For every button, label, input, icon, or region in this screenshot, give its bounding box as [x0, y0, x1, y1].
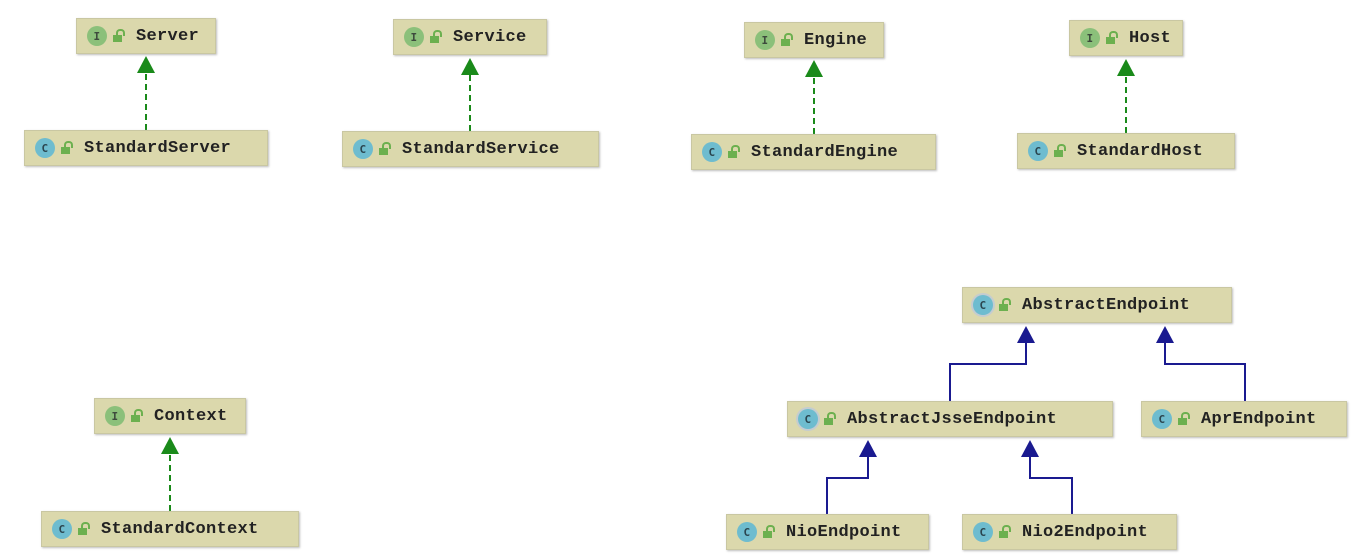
- public-visibility-icon: [763, 525, 775, 538]
- arrowhead-icon: [805, 60, 823, 77]
- arrowhead-icon: [1021, 440, 1039, 457]
- uml-class-diagram: I Server C StandardServer I Service C StandardS…: [0, 0, 1361, 559]
- extends-edge: [949, 326, 1035, 401]
- class-icon: C: [1152, 409, 1172, 429]
- public-visibility-icon: [1106, 31, 1118, 44]
- class-name: Nio2Endpoint: [1022, 522, 1149, 542]
- class-icon: C: [353, 139, 373, 159]
- interface-icon: I: [1080, 28, 1100, 48]
- public-visibility-icon: [824, 412, 836, 425]
- interface-icon: I: [87, 26, 107, 46]
- public-visibility-icon: [113, 29, 125, 42]
- class-name: Host: [1129, 28, 1172, 48]
- interface-icon: I: [404, 27, 424, 47]
- extends-edge: [826, 440, 877, 514]
- class-node-abstract-endpoint[interactable]: C AbstractEndpoint: [962, 287, 1232, 323]
- class-node-standard-service[interactable]: C StandardService: [342, 131, 599, 167]
- class-name: Server: [136, 26, 200, 46]
- class-node-abstract-jsse-endpoint[interactable]: C AbstractJsseEndpoint: [787, 401, 1113, 437]
- implements-edge: [161, 437, 179, 511]
- abstract-icon: C: [973, 295, 993, 315]
- public-visibility-icon: [131, 409, 143, 422]
- class-icon: C: [52, 519, 72, 539]
- abstract-icon: C: [798, 409, 818, 429]
- edges-layer: [137, 56, 1246, 514]
- class-name: StandardServer: [84, 138, 232, 158]
- class-icon: C: [737, 522, 757, 542]
- public-visibility-icon: [781, 33, 793, 46]
- implements-edge: [137, 56, 155, 130]
- arrowhead-icon: [1117, 59, 1135, 76]
- class-node-nio2-endpoint[interactable]: C Nio2Endpoint: [962, 514, 1177, 550]
- class-node-host[interactable]: I Host: [1069, 20, 1183, 56]
- class-name: AbstractJsseEndpoint: [847, 409, 1058, 429]
- arrowhead-icon: [137, 56, 155, 73]
- class-name: Service: [453, 27, 527, 47]
- public-visibility-icon: [379, 142, 391, 155]
- class-node-standard-context[interactable]: C StandardContext: [41, 511, 299, 547]
- class-name: Engine: [804, 30, 868, 50]
- arrowhead-icon: [1017, 326, 1035, 343]
- class-node-standard-engine[interactable]: C StandardEngine: [691, 134, 936, 170]
- class-icon: C: [35, 138, 55, 158]
- arrowhead-icon: [1156, 326, 1174, 343]
- public-visibility-icon: [61, 141, 73, 154]
- class-icon: C: [1028, 141, 1048, 161]
- class-name: StandardContext: [101, 519, 259, 539]
- interface-icon: I: [105, 406, 125, 426]
- class-name: NioEndpoint: [786, 522, 902, 542]
- public-visibility-icon: [1054, 144, 1066, 157]
- class-node-context[interactable]: I Context: [94, 398, 246, 434]
- public-visibility-icon: [78, 522, 90, 535]
- arrowhead-icon: [461, 58, 479, 75]
- class-node-server[interactable]: I Server: [76, 18, 216, 54]
- class-name: StandardEngine: [751, 142, 899, 162]
- class-name: AbstractEndpoint: [1022, 295, 1191, 315]
- class-node-apr-endpoint[interactable]: C AprEndpoint: [1141, 401, 1347, 437]
- class-node-standard-host[interactable]: C StandardHost: [1017, 133, 1235, 169]
- class-node-nio-endpoint[interactable]: C NioEndpoint: [726, 514, 929, 550]
- public-visibility-icon: [430, 30, 442, 43]
- class-name: StandardService: [402, 139, 560, 159]
- class-node-engine[interactable]: I Engine: [744, 22, 884, 58]
- public-visibility-icon: [999, 525, 1011, 538]
- public-visibility-icon: [728, 145, 740, 158]
- public-visibility-icon: [999, 298, 1011, 311]
- arrowhead-icon: [859, 440, 877, 457]
- class-name: StandardHost: [1077, 141, 1204, 161]
- class-icon: C: [973, 522, 993, 542]
- class-node-standard-server[interactable]: C StandardServer: [24, 130, 268, 166]
- implements-edge: [461, 58, 479, 131]
- public-visibility-icon: [1178, 412, 1190, 425]
- class-name: AprEndpoint: [1201, 409, 1317, 429]
- extends-edge: [1156, 326, 1246, 401]
- class-name: Context: [154, 406, 228, 426]
- class-node-service[interactable]: I Service: [393, 19, 547, 55]
- arrowhead-icon: [161, 437, 179, 454]
- class-icon: C: [702, 142, 722, 162]
- interface-icon: I: [755, 30, 775, 50]
- implements-edge: [1117, 59, 1135, 133]
- implements-edge: [805, 60, 823, 134]
- extends-edge: [1021, 440, 1073, 514]
